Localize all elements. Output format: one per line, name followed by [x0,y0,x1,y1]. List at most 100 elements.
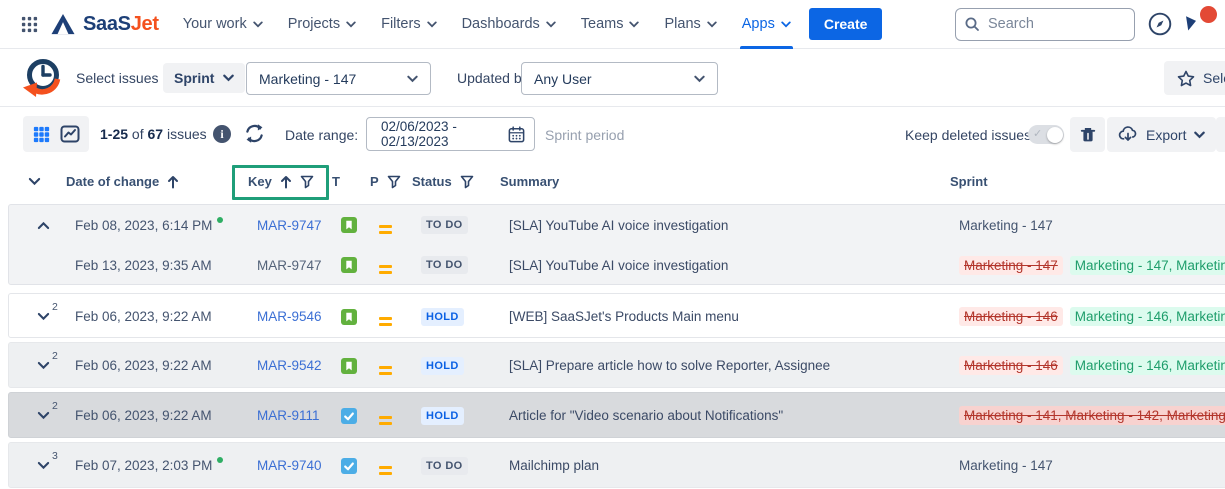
check-icon: ✓ [1033,127,1042,140]
search-box [955,8,1135,41]
star-icon [1177,70,1195,87]
sprint-cell: Marketing - 141, Marketing - 142, Market… [959,408,1225,423]
chart-view-icon[interactable] [59,123,81,145]
table-subrow[interactable]: Feb 13, 2023, 9:35 AM MAR-9747 TO DO [SL… [9,245,1225,285]
notification-icon[interactable] [1185,11,1211,37]
deleted-issues-trash-button[interactable] [1070,117,1105,152]
priority-medium-icon [379,416,392,425]
priority-medium-icon [379,225,392,234]
keep-deleted-label: Keep deleted issues [905,127,1031,143]
task-type-icon [341,408,357,424]
sprint-select[interactable]: Marketing - 147 [246,62,431,95]
sprint-cell: Marketing - 147Marketing - 147, Marketin… [959,258,1225,273]
sprint-old-value: Marketing - 146 [959,356,1063,375]
header-type[interactable]: T [332,174,370,189]
header-date-of-change[interactable]: Date of change [66,174,248,189]
nav-plans[interactable]: Plans [664,0,716,49]
app-switcher-icon[interactable] [14,9,44,39]
issue-key-link[interactable]: MAR-9740 [257,458,322,473]
status-badge: TO DO [421,216,468,234]
nav-apps[interactable]: Apps [742,0,791,49]
chevron-down-icon [37,361,50,370]
logo-text: SaaSJet [83,13,159,36]
story-type-icon [341,309,357,325]
date-cell: Feb 13, 2023, 9:35 AM [75,258,257,273]
chevron-down-icon [37,411,50,420]
nav-projects[interactable]: Projects [288,0,356,49]
expand-row-chevron[interactable]: 2 [37,411,50,420]
issue-key-link[interactable]: MAR-9542 [257,358,322,373]
refresh-icon[interactable] [244,123,265,144]
filter-funnel-icon[interactable] [300,175,314,189]
summary-cell: Mailchimp plan [509,458,959,473]
expand-row-chevron[interactable]: 2 [37,361,50,370]
issue-key-link[interactable]: MAR-9747 [257,258,322,273]
header-priority[interactable]: P [370,174,412,189]
status-badge: HOLD [421,308,464,326]
date-cell: Feb 06, 2023, 9:22 AM [75,408,257,423]
table-row-selected[interactable]: 2 Feb 06, 2023, 9:22 AM MAR-9111 HOLD Ar… [8,392,1225,438]
settings-button-partial[interactable] [1216,117,1225,152]
create-button[interactable]: Create [809,8,883,40]
nav-dashboards[interactable]: Dashboards [462,0,556,49]
status-badge: HOLD [421,407,464,425]
table-row[interactable]: Feb 08, 2023, 6:14 PM MAR-9747 TO DO [SL… [9,205,1225,245]
chevron-down-icon [781,21,791,28]
story-type-icon [341,257,357,273]
filter-bar: Select issues by: Sprint Marketing - 147… [0,49,1225,107]
nav-teams[interactable]: Teams [581,0,640,49]
expand-row-chevron[interactable]: 3 [37,461,50,470]
chevron-down-icon [223,74,234,82]
info-icon[interactable]: i [213,125,231,143]
updated-by-select[interactable]: Any User [521,62,718,95]
changes-count: 3 [52,450,58,462]
table-row[interactable]: 2 Feb 06, 2023, 9:22 AM MAR-9546 HOLD [W… [8,293,1225,338]
table-row[interactable]: 3 Feb 07, 2023, 2:03 PM MAR-9740 TO DO M… [8,442,1225,488]
saasjet-triangle-icon [50,13,76,36]
filter-funnel-icon[interactable] [460,175,474,189]
issues-count: 1-25 of 67 issues [100,126,207,142]
grid-dots-icon [20,15,39,34]
issues-by-mode-dropdown[interactable]: Sprint [163,63,245,93]
sprint-cell: Marketing - 146Marketing - 146, Marketin… [959,358,1225,373]
sprint-old-value: Marketing - 141, Marketing - 142, Market… [959,406,1225,425]
topnav-right [955,8,1211,41]
sprint-period-label: Sprint period [545,127,624,143]
red-badge-dot [1198,4,1219,25]
nav-your-work[interactable]: Your work [183,0,263,49]
header-status[interactable]: Status [412,174,500,189]
chevron-down-icon [37,312,50,321]
select-saved-filter-button[interactable]: Select [1164,61,1225,95]
nav-filters[interactable]: Filters [381,0,436,49]
collapse-all-chevron[interactable] [28,177,41,186]
chevron-down-icon [629,21,639,28]
saasjet-logo[interactable]: SaaSJet [50,13,159,36]
header-summary[interactable]: Summary [500,174,950,189]
sprint-old-value: Marketing - 147 [959,256,1063,275]
help-compass-icon[interactable] [1147,11,1173,37]
story-type-icon [341,358,357,374]
table-view-icon[interactable] [31,124,52,145]
table-header: Date of change Key T P Status Summary Sp… [0,160,1225,203]
sort-up-icon[interactable] [280,175,292,189]
chevron-down-icon [28,177,41,186]
collapse-row-chevron[interactable] [37,221,50,230]
sort-up-icon[interactable] [167,175,179,189]
header-sprint[interactable]: Sprint [950,174,1225,189]
priority-medium-icon [379,466,392,475]
date-cell: Feb 06, 2023, 9:22 AM [75,309,257,324]
keep-deleted-toggle[interactable]: ✓ [1028,125,1064,144]
header-key[interactable]: Key [248,174,332,189]
issue-key-link[interactable]: MAR-9546 [257,309,322,324]
table-row[interactable]: 2 Feb 06, 2023, 9:22 AM MAR-9542 HOLD [S… [8,342,1225,388]
expand-row-chevron[interactable]: 2 [37,312,50,321]
issue-key-link[interactable]: MAR-9111 [257,408,320,423]
export-button[interactable]: Export [1107,117,1216,152]
search-input[interactable] [955,8,1135,41]
priority-medium-icon [379,265,392,274]
filter-funnel-icon[interactable] [387,175,401,189]
date-range-input[interactable]: 02/06/2023 - 02/13/2023 [366,117,535,151]
issue-key-link[interactable]: MAR-9747 [257,218,322,233]
date-cell: Feb 07, 2023, 2:03 PM [75,458,257,473]
row-group-mar-9747: Feb 08, 2023, 6:14 PM MAR-9747 TO DO [SL… [8,204,1225,285]
